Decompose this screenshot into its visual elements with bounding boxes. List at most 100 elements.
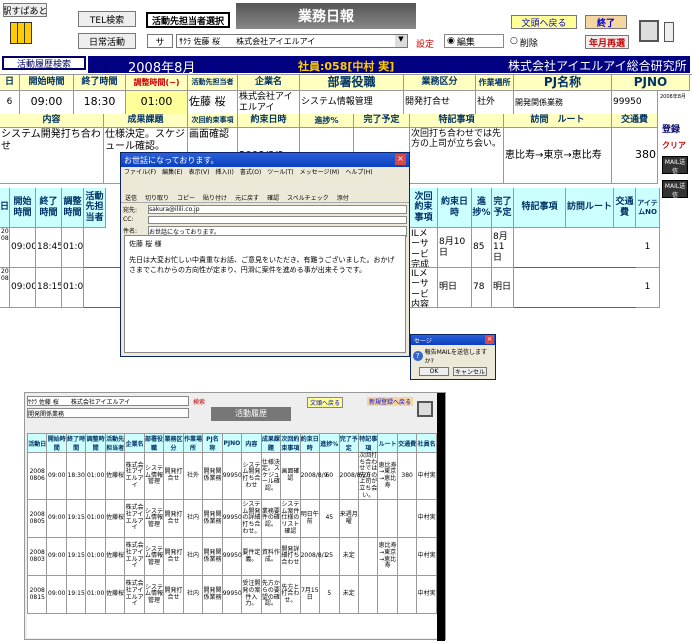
value-fare[interactable]: 380	[612, 128, 658, 184]
value-pj-no[interactable]: 99950	[612, 91, 658, 115]
mail-tool-button[interactable]: 添付	[337, 193, 349, 202]
value-note[interactable]: 次回打ち合わせでは先方の上司が立ち会い。	[410, 128, 504, 184]
mail-tool-button[interactable]: 確認	[267, 193, 279, 202]
value-content[interactable]: システム開発打ち合わせ	[0, 128, 104, 184]
mail-menu-item[interactable]: ヘルプ(H)	[345, 167, 372, 177]
history-scrollbar[interactable]	[437, 393, 445, 641]
history-cell: 19:15	[65, 575, 87, 615]
history-header-cell: 完了予定	[338, 433, 359, 453]
mail-tool-button[interactable]: コピー	[177, 193, 195, 202]
history-table-wrap: 活動日 開始時間 終了時間 調整時間 活動先担当者 企業名 部署役職 業務区分 作業場所 PJ名称…	[27, 433, 437, 638]
mail-tool-button[interactable]: 貼り付け	[203, 193, 227, 202]
history-head-row: 活動日 開始時間 終了時間 調整時間 活動先担当者 企業名 部署役職 業務区分 作業場所 PJ名称…	[27, 433, 437, 453]
delete-radio[interactable]: ○ 削除	[510, 36, 538, 49]
scroll-icon[interactable]	[664, 22, 674, 42]
end-button[interactable]: 終了	[585, 15, 627, 29]
mail-window[interactable]: お世話になっております。 × ファイル(F) 編集(E) 表示(V) 挿入(I) 書式(…	[120, 152, 410, 357]
history-cell: 19:15	[65, 537, 87, 577]
mail-menu-item[interactable]: 挿入(I)	[215, 167, 233, 177]
table-row[interactable]: 2008 0805 09:00 19:15 01:00 佐藤桜 株式会社アイエルアイ システ…	[27, 499, 437, 539]
history-customer[interactable]: ｻｸﾗ 佐藤 桜 株式会社アイエルアイ	[27, 396, 189, 406]
mail-menu-item[interactable]: ツール(T)	[267, 167, 293, 177]
radio-unchecked-icon: ○	[510, 36, 518, 46]
mail-body[interactable]: 佐藤 桜 様 先日は大変お忙しい中貴重なお話、ご意見をいただき、有難うございまし…	[124, 235, 406, 353]
value-day[interactable]: 6	[0, 91, 20, 115]
lt-h-adj: 調整時間	[62, 188, 84, 228]
value-company[interactable]: 株式会社アイエルアイ	[238, 91, 300, 115]
mail-send-button-2[interactable]: MAIL送信	[662, 180, 688, 199]
settings-link[interactable]: 設定	[416, 37, 434, 50]
mail-titlebar[interactable]: お世話になっております。 ×	[121, 153, 409, 167]
history-cell: 99950	[221, 537, 243, 577]
mail-menu-item[interactable]: ファイル(F)	[124, 167, 156, 177]
mail-menu-item[interactable]: 編集(E)	[162, 167, 182, 177]
value-pj-name[interactable]: 開発関係業務	[514, 91, 612, 115]
cancel-button[interactable]: キャンセル	[453, 367, 487, 376]
label-fare: 交通費	[612, 114, 658, 128]
table-row[interactable]: 2008 0815 09:00 19:15 01:00 佐藤桜 株式会社アイエルアイ システ…	[27, 575, 437, 615]
history-cell: 業務要件の確認。	[260, 499, 282, 539]
register-button[interactable]: 登録	[662, 122, 680, 135]
value-business[interactable]: 開発打合せ	[404, 91, 476, 115]
value-contact[interactable]: 佐藤 桜	[188, 91, 238, 115]
mail-tool-button[interactable]: 元に戻す	[235, 193, 259, 202]
history-cell: 社内	[182, 537, 204, 577]
history-project[interactable]: 開発関係業務	[27, 408, 189, 418]
mail-tool-button[interactable]: 切り取り	[145, 193, 169, 202]
history-header-cell: 作業場所	[182, 433, 204, 453]
confirm-dialog[interactable]: セージ × ? 報告MAILを送信しますか? OK キャンセル	[410, 334, 496, 380]
value-department[interactable]: システム情報管理	[300, 91, 404, 115]
mail-tool-button[interactable]: スペルチェック	[287, 193, 329, 202]
year-month-reset-button[interactable]: 年月再選	[585, 35, 629, 49]
history-cell	[377, 499, 398, 539]
history-cell: 380	[396, 451, 418, 501]
label-department: 部署役職	[300, 75, 404, 91]
mail-menu-item[interactable]: 表示(V)	[189, 167, 210, 177]
dialog-titlebar[interactable]: セージ ×	[411, 335, 495, 345]
label-end: 終了時間	[74, 75, 126, 91]
chevron-down-icon[interactable]: ▼	[395, 35, 407, 47]
history-cell: システム情報管理	[143, 451, 165, 501]
value-start[interactable]: 09:00	[20, 91, 74, 115]
sa-select[interactable]: サ	[147, 34, 173, 48]
lt-end: 18:15	[36, 268, 62, 308]
value-place[interactable]: 社外	[476, 91, 514, 115]
station-button[interactable]: 駅すぱあと	[3, 3, 47, 17]
history-doc-back[interactable]: 文頭へ戻る	[307, 397, 344, 408]
mail-send-button[interactable]: MAIL送信	[662, 156, 688, 175]
close-icon[interactable]: ×	[485, 335, 494, 344]
value-route[interactable]: 恵比寿→東京→恵比寿	[504, 128, 612, 184]
history-cell: 18:30	[65, 451, 87, 501]
table-row[interactable]: 2008 0803 09:00 19:15 01:00 佐藤桜 株式会社アイエルアイ システ…	[27, 537, 437, 577]
history-search-button[interactable]: 活動履歴検索	[2, 56, 86, 70]
clear-button[interactable]: クリア	[662, 140, 686, 151]
mail-menu-item[interactable]: メッセージ(M)	[300, 167, 340, 177]
tel-search-button[interactable]: TEL検索	[78, 11, 136, 27]
close-icon[interactable]: ×	[395, 154, 406, 165]
value-end[interactable]: 18:30	[74, 91, 126, 115]
history-header-cell: PJ名称	[202, 433, 223, 453]
calendar-icon[interactable]	[10, 22, 32, 44]
value-adjust[interactable]: 01:00	[126, 91, 188, 115]
edit-radio[interactable]: ◉ 編集	[444, 34, 504, 48]
printer-icon[interactable]	[639, 20, 659, 42]
assign-select-button[interactable]: 活動先担当者選択	[146, 12, 230, 28]
printer-icon[interactable]	[417, 401, 433, 417]
history-new[interactable]: 新規登録へ戻る	[367, 397, 414, 406]
history-cell: 社外	[182, 451, 204, 501]
daily-activity-button[interactable]: 日常活動	[78, 33, 136, 49]
lt-date: 2008 0804	[0, 268, 10, 308]
customer-select[interactable]: ｻｸﾗ 佐藤 桜 株式会社アイエルアイ ▼	[176, 34, 408, 48]
to-field[interactable]: sakura@ilili.co.jp	[148, 205, 407, 214]
mail-menu-item[interactable]: 書式(O)	[240, 167, 261, 177]
table-row[interactable]: 2008 0806 09:00 18:30 01:00 佐藤桜 株式会社アイエルアイ システ…	[27, 451, 437, 501]
ok-button[interactable]: OK	[419, 367, 449, 376]
label-contact: 活動先担当者	[188, 75, 238, 91]
history-search-link[interactable]: 検索	[193, 397, 205, 406]
mail-tool-button[interactable]: 送信	[125, 193, 137, 202]
history-cell: 99950	[221, 451, 243, 501]
history-cell	[396, 575, 418, 615]
cc-field[interactable]	[148, 216, 407, 224]
doc-back-button[interactable]: 文頭へ戻る	[511, 15, 577, 29]
lt-done: 8月11日	[492, 228, 514, 268]
